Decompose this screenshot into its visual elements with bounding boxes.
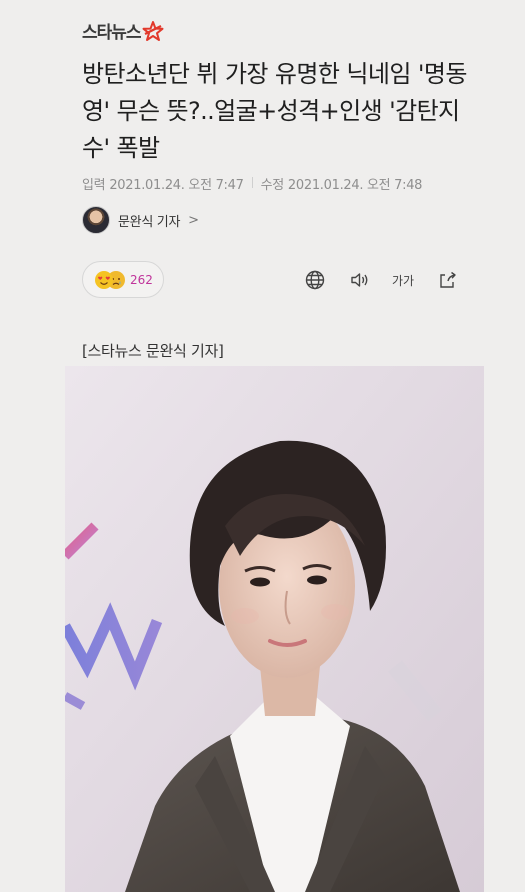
updated-time: 2021.01.24. 오전 7:48 — [287, 178, 423, 193]
font-size-label: 가가 — [391, 273, 415, 288]
globe-icon[interactable] — [303, 268, 327, 292]
published-label: 입력 — [82, 178, 106, 193]
reaction-button[interactable]: 262 — [82, 261, 164, 298]
heart-eyes-icon — [95, 270, 113, 289]
star-logo-icon — [142, 20, 164, 42]
updated-label: 수정 — [260, 178, 285, 193]
font-size-icon[interactable]: 가가 — [391, 268, 415, 292]
avatar — [82, 206, 110, 234]
dateline-divider — [251, 177, 253, 188]
photo-credit: [스타뉴스 문완식 기자] — [82, 342, 224, 360]
article-headline: 방탄소년단 뷔 가장 유명한 닉네임 '명동영' 무슨 뜻?..얼굴+성격+인생… — [82, 60, 467, 162]
reporter-link[interactable]: 문완식 기자 > — [82, 206, 199, 234]
speaker-icon[interactable] — [347, 268, 371, 292]
brand-logo[interactable]: 스타뉴스 — [82, 18, 164, 43]
reporter-name: 문완식 기자 — [118, 214, 181, 230]
dateline: 입력 2021.01.24. 오전 7:47 수정 2021.01.24. 오전… — [82, 174, 422, 193]
published-time: 2021.01.24. 오전 7:47 — [109, 178, 244, 193]
share-icon[interactable] — [435, 268, 459, 292]
article-photo — [65, 366, 484, 892]
chevron-right-icon: > — [188, 212, 200, 228]
reaction-count: 262 — [130, 272, 153, 287]
article-toolbar: 가가 — [303, 268, 459, 292]
brand-name: 스타뉴스 — [82, 23, 142, 43]
